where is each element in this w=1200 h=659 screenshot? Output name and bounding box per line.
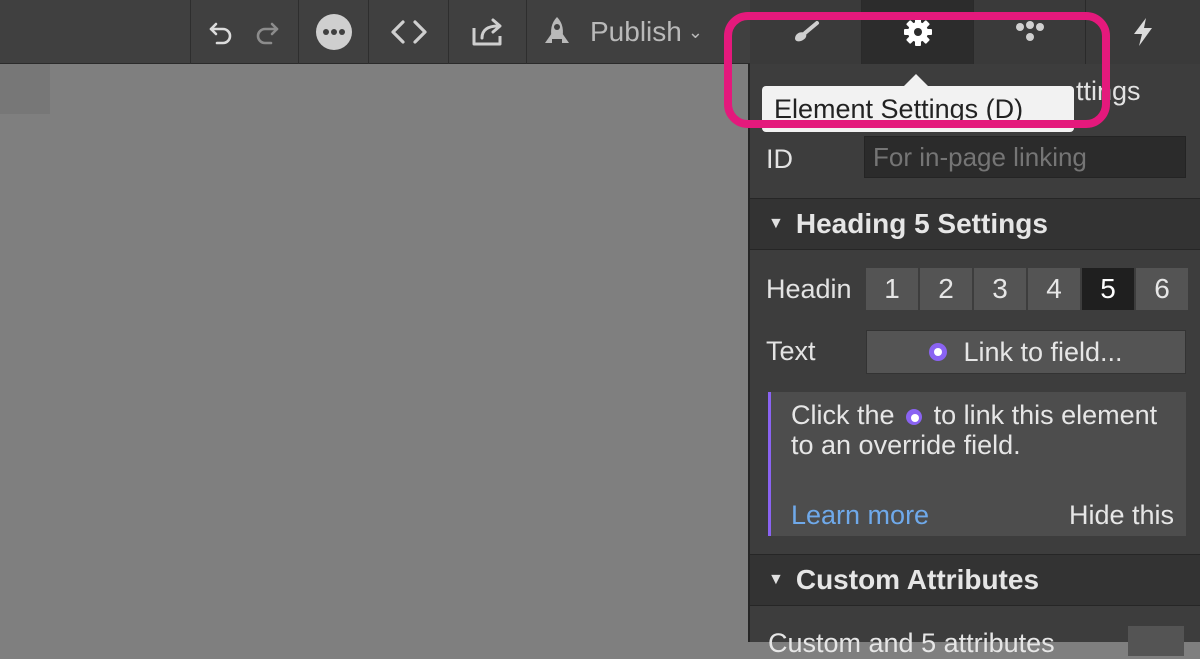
annotation-highlight-box <box>724 12 1110 128</box>
binding-dot-icon <box>906 408 923 425</box>
canvas-element-badge[interactable] <box>0 64 50 114</box>
toolbar-divider <box>448 0 449 64</box>
more-options-button[interactable] <box>300 0 368 64</box>
code-export-button[interactable] <box>370 0 448 64</box>
toolbar-divider <box>526 0 527 64</box>
toolbar-divider <box>190 0 191 64</box>
section-title: Custom Attributes <box>795 564 1040 595</box>
share-icon <box>472 18 502 46</box>
add-attribute-button[interactable] <box>1128 626 1184 656</box>
more-horizontal-icon <box>316 14 352 50</box>
binding-dot-icon <box>929 343 948 361</box>
heading-level-1-button[interactable]: 1 <box>866 268 918 310</box>
publish-label: Publish <box>590 16 682 47</box>
id-label: ID <box>766 144 793 174</box>
heading-level-2-button[interactable]: 2 <box>920 268 972 310</box>
caret-down-icon: ▼ <box>768 215 784 232</box>
code-brackets-icon <box>391 20 427 44</box>
undo-button[interactable] <box>198 0 244 64</box>
id-input[interactable] <box>864 136 1186 178</box>
text-label: Text <box>766 336 816 366</box>
redo-icon <box>256 22 279 45</box>
heading-level-4-button[interactable]: 4 <box>1028 268 1080 310</box>
chevron-down-icon: ⌄ <box>687 21 703 42</box>
heading-level-selector: 1 2 3 4 5 6 <box>866 268 1188 310</box>
link-to-field-label: Link to field... <box>963 336 1123 367</box>
section-title: Heading 5 Settings <box>795 208 1048 239</box>
heading-level-5-button[interactable]: 5 <box>1082 268 1134 310</box>
heading-level-3-button[interactable]: 3 <box>974 268 1026 310</box>
hint-prefix: Click the <box>791 400 895 430</box>
caret-down-icon: ▼ <box>768 571 784 588</box>
learn-more-link[interactable]: Learn more <box>791 500 929 530</box>
custom-attributes-section[interactable]: ▼ Custom Attributes <box>750 554 1200 606</box>
heading-level-6-button[interactable]: 6 <box>1136 268 1188 310</box>
heading-settings-section[interactable]: ▼ Heading 5 Settings <box>750 198 1200 250</box>
link-to-field-button[interactable]: Link to field... <box>866 330 1186 374</box>
publish-button[interactable]: Publish ⌄ <box>540 0 740 64</box>
redo-button[interactable] <box>244 0 290 64</box>
lightning-bolt-icon <box>1134 18 1152 46</box>
override-hint-box: Click the to link this element to an ove… <box>768 392 1186 536</box>
share-button[interactable] <box>450 0 526 64</box>
toolbar-divider <box>298 0 299 64</box>
design-canvas[interactable] <box>0 64 748 642</box>
settings-panel: ID ▼ Heading 5 Settings Headin 1 2 3 4 5… <box>748 64 1200 658</box>
custom-attributes-summary: Custom and 5 attributes <box>768 628 1055 658</box>
undo-icon <box>209 22 232 45</box>
hide-this-link[interactable]: Hide this <box>1069 500 1174 530</box>
rocket-icon <box>545 17 569 43</box>
toolbar-divider <box>368 0 369 64</box>
heading-level-label: Headin <box>766 274 852 304</box>
